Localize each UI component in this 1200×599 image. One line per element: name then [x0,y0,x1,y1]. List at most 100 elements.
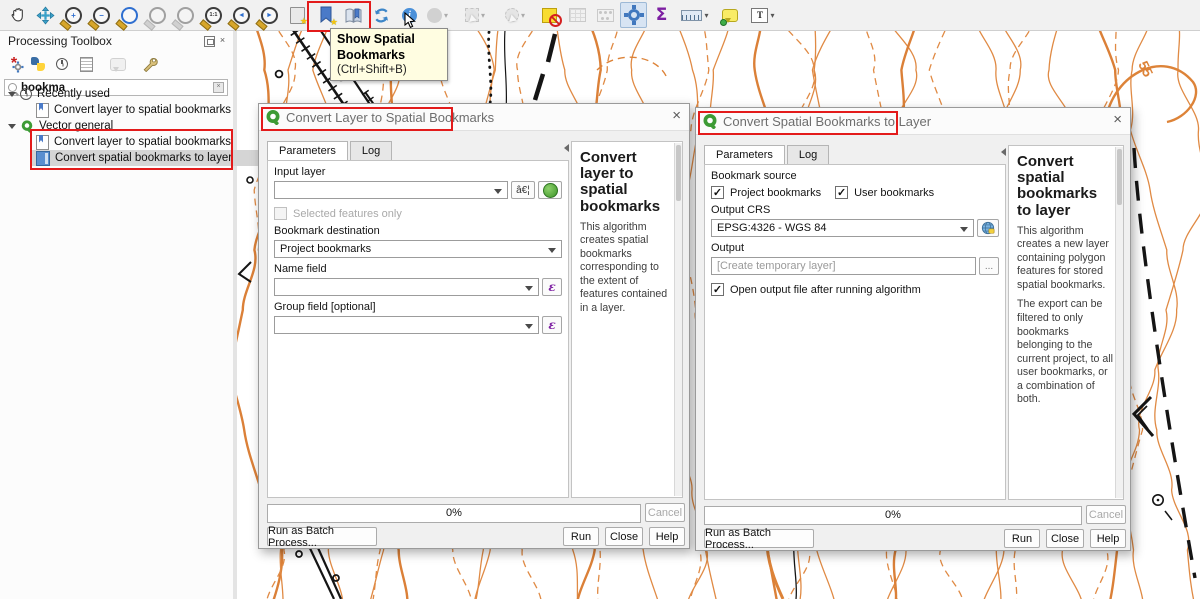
deselect-features-icon[interactable]: ▾ [496,2,534,28]
description-heading: Convert layer to spatial bookmarks [580,150,674,215]
globe-icon [981,221,995,235]
project-bookmarks-checkbox[interactable]: ✓ [711,186,724,199]
pan-map-icon[interactable] [4,2,31,28]
zoom-native-icon[interactable]: 1:1 [200,2,227,28]
scrollbar[interactable] [674,143,682,496]
tab-parameters[interactable]: Parameters [704,145,785,165]
undock-panel-icon[interactable] [204,36,215,47]
zoom-out-icon[interactable]: − [88,2,115,28]
tab-parameters[interactable]: Parameters [267,141,348,161]
expression-button[interactable]: ε [542,278,562,296]
mouse-cursor [404,12,417,29]
group-field-combobox[interactable] [274,316,539,334]
scrollbar[interactable] [1115,147,1123,498]
tree-item-label: Convert layer to spatial bookmarks [54,136,231,148]
tree-group-recently-used[interactable]: Recently used [0,86,233,102]
cancel-button[interactable]: Cancel [645,503,685,522]
help-button[interactable]: Help [649,527,685,546]
select-crs-button[interactable] [977,219,999,237]
browse-output-button[interactable]: ... [979,257,999,275]
new-spatial-bookmark-icon[interactable]: ★ [284,2,311,28]
group-field-label: Group field [optional] [274,301,562,313]
select-features-icon[interactable]: ▾ [456,2,494,28]
output-crs-combobox[interactable]: EPSG:4326 - WGS 84 [711,219,974,237]
attribute-table-icon[interactable] [564,2,591,28]
processing-toolbox-icon[interactable] [620,2,647,28]
show-spatial-bookmarks-icon[interactable] [340,2,367,28]
selected-features-checkbox[interactable] [274,207,287,220]
caret-down-icon[interactable] [8,124,16,133]
modify-attributes-icon[interactable] [536,2,563,28]
dialog-titlebar[interactable]: Convert Spatial Bookmarks to Layer × [696,108,1130,135]
tree-item-convert-bookmarks-to-layer[interactable]: Convert spatial bookmarks to layer [0,150,269,166]
zoom-in-icon[interactable]: + [60,2,87,28]
tab-log[interactable]: Log [350,141,392,161]
close-panel-icon[interactable]: × [218,36,227,45]
refresh-icon[interactable] [368,2,395,28]
run-button[interactable]: Run [563,527,599,546]
tree-item-recent-convert-layer[interactable]: Convert layer to spatial bookmarks [0,102,269,118]
clock-icon [56,58,68,70]
collapse-panel-icon[interactable] [997,148,1006,156]
map-tips-icon[interactable] [716,2,743,28]
output-file-input[interactable] [711,257,976,275]
destination-value: Project bookmarks [280,243,371,255]
zoom-to-selection-icon[interactable] [144,2,171,28]
input-layer-combobox[interactable] [274,181,508,199]
crs-value: EPSG:4326 - WGS 84 [717,222,826,234]
python-icon[interactable] [26,53,50,75]
qgis-window: 55 + − 1:1 ◄ ► ★ ★ i ▾ ▾ ▾ [0,0,1200,599]
tab-log[interactable]: Log [787,145,829,165]
bookmark-destination-combobox[interactable]: Project bookmarks [274,240,562,258]
run-button[interactable]: Run [1004,529,1040,548]
text-annotation-icon[interactable]: T▾ [744,2,782,28]
close-icon[interactable]: × [1113,112,1122,128]
cancel-button[interactable]: Cancel [1086,505,1126,524]
tree-group-vector-general[interactable]: Vector general [0,118,233,134]
tree-item-convert-layer-to-bookmarks[interactable]: Convert layer to spatial bookmarks [0,134,269,150]
output-crs-label: Output CRS [711,204,999,216]
user-bookmarks-label: User bookmarks [854,187,934,199]
models-icon[interactable]: * [2,53,26,75]
close-button[interactable]: Close [1046,529,1084,548]
dialog-title: Convert Spatial Bookmarks to Layer [723,114,931,129]
green-iterate-icon [543,183,558,198]
zoom-next-icon[interactable]: ► [256,2,283,28]
caret-down-icon[interactable] [8,92,16,101]
collapse-panel-icon[interactable] [560,144,569,152]
iterate-button[interactable] [538,181,562,199]
gray-bubble-icon [110,58,126,71]
browse-button[interactable]: â€¦ [511,181,535,199]
run-batch-button[interactable]: Run as Batch Process... [267,527,377,546]
edit-help-icon[interactable] [106,53,130,75]
user-bookmarks-checkbox[interactable]: ✓ [835,186,848,199]
close-button[interactable]: Close [605,527,643,546]
one-to-one-glyph: 1:1 [210,12,218,18]
run-feature-action-icon[interactable]: ▾ [424,2,451,28]
options-icon[interactable] [138,53,162,75]
run-batch-button[interactable]: Run as Batch Process... [704,529,814,548]
select-rectangle-icon [465,8,479,22]
history-icon[interactable] [50,53,74,75]
dialog-tabs: Parameters Log [267,141,394,161]
help-button[interactable]: Help [1090,529,1126,548]
bookmark-star-icon[interactable]: ★ [312,2,339,28]
name-field-combobox[interactable] [274,278,539,296]
close-icon[interactable]: × [672,108,681,124]
zoom-last-icon[interactable]: ◄ [228,2,255,28]
description-panel: Convert spatial bookmarks to layer This … [1008,145,1124,500]
parameters-panel: Bookmark source ✓ Project bookmarks ✓ Us… [704,164,1006,500]
results-viewer-icon[interactable] [74,53,98,75]
zoom-to-layer-icon[interactable] [172,2,199,28]
sum-features-icon[interactable]: Σ [648,2,675,28]
dropdown-caret-icon: ▾ [770,11,774,20]
output-file-field[interactable] [717,260,970,272]
open-output-checkbox[interactable]: ✓ [711,283,724,296]
zoom-full-extent-icon[interactable] [116,2,143,28]
tooltip-show-spatial-bookmarks: Show Spatial Bookmarks (Ctrl+Shift+B) [330,28,448,81]
dialog-titlebar[interactable]: Convert Layer to Spatial Bookmarks × [259,104,689,131]
pan-to-selection-icon[interactable] [32,2,59,28]
expression-button[interactable]: ε [542,316,562,334]
measure-icon[interactable]: ▾ [676,2,714,28]
statistics-icon[interactable] [592,2,619,28]
